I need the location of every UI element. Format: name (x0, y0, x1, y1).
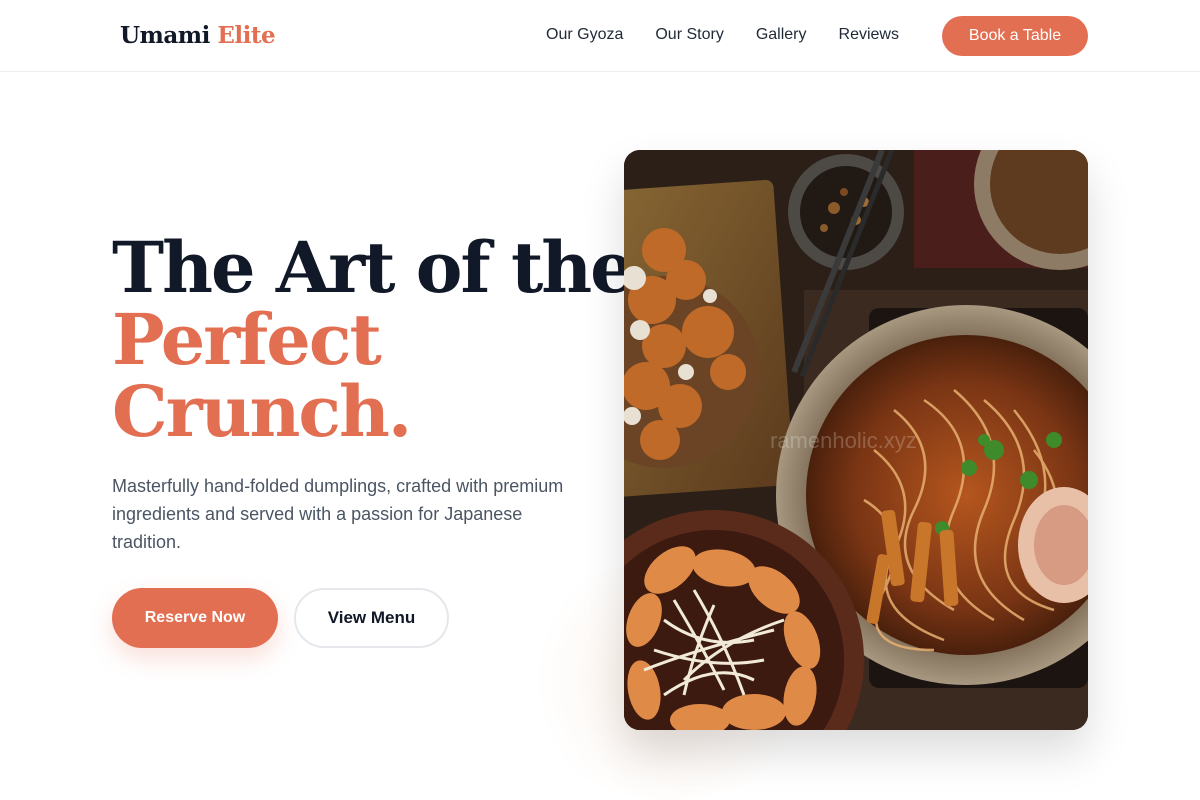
brand-name-part1: Umami (120, 22, 210, 49)
headline-line-1: The Art of the (112, 226, 635, 309)
nav-link-our-gyoza[interactable]: Our Gyoza (546, 26, 623, 44)
nav-link-reviews[interactable]: Reviews (839, 26, 899, 44)
nav-links: Our Gyoza Our Story Gallery Reviews (546, 26, 931, 44)
headline-line-2: Perfect (112, 298, 382, 381)
nav-link-gallery[interactable]: Gallery (756, 26, 807, 44)
brand-logo[interactable]: Umami Elite (120, 22, 276, 49)
view-menu-button[interactable]: View Menu (294, 588, 449, 648)
reserve-now-button[interactable]: Reserve Now (112, 588, 278, 648)
image-watermark: ramenholic.xyz (770, 428, 917, 453)
headline-line-3: Crunch. (112, 370, 412, 453)
nav-link-our-story[interactable]: Our Story (655, 26, 723, 44)
hero-food-image: ramenholic.xyz (624, 150, 1088, 730)
hero-headline: The Art of the Perfect Crunch. (112, 226, 635, 453)
book-a-table-button[interactable]: Book a Table (942, 16, 1088, 56)
brand-name-part2: Elite (217, 22, 276, 49)
hero-description: Masterfully hand-folded dumplings, craft… (112, 476, 564, 552)
top-navbar: Umami Elite Our Gyoza Our Story Gallery … (0, 0, 1200, 72)
